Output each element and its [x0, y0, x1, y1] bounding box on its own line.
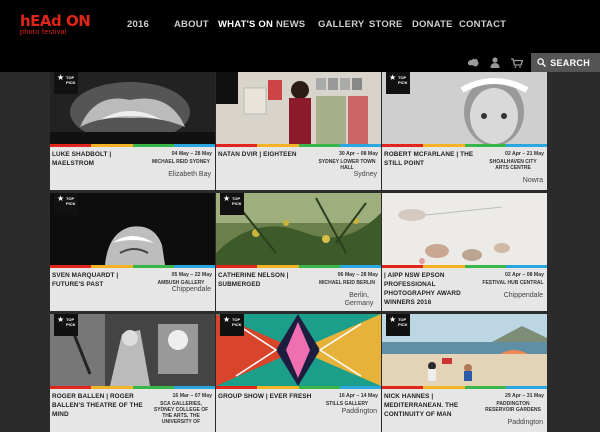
event-city: Chippendale [171, 286, 211, 293]
color-bar [382, 144, 547, 147]
event-date: 02 Apr – 21 May [504, 151, 544, 157]
event-date: 02 Apr – 08 May [504, 272, 544, 278]
color-bar [216, 144, 381, 147]
star-icon: ★ [389, 73, 397, 82]
event-date: 16 Apr – 14 May [338, 393, 378, 399]
event-title: NATAN DVIR | EIGHTEEN [218, 151, 297, 158]
nav-item-about[interactable]: ABOUT [174, 19, 218, 30]
event-city: Chippendale [503, 292, 543, 299]
top-pick-badge: ★ TOP PICK [54, 72, 78, 94]
nav-item-donate[interactable]: DONATE [412, 19, 459, 30]
nav-item-store[interactable]: STORE [369, 19, 412, 30]
star-icon: ★ [223, 194, 231, 203]
event-image [382, 193, 547, 265]
logo-tagline: photo festival [20, 29, 67, 36]
event-date: 05 May – 22 May [171, 272, 212, 278]
event-venue: PADDINGTON RESERVOIR GARDENS [485, 401, 541, 413]
event-card[interactable]: ★ TOP PICK CATHERINE NELSON | SUBMERGED 0… [216, 193, 381, 311]
user-icon[interactable] [487, 56, 503, 70]
event-date: 30 Apr – 08 May [338, 151, 378, 157]
cart-icon[interactable] [509, 56, 525, 70]
event-card[interactable]: ★ TOP PICK GROUP SHOW | EVER FRESH 16 Apr… [216, 314, 381, 432]
event-venue: SYDNEY LOWER TOWN HALL [318, 159, 376, 171]
event-title: GROUP SHOW | EVER FRESH [218, 393, 312, 400]
event-date: 29 Apr – 31 May [504, 393, 544, 399]
event-card[interactable]: ★ TOP PICK SVEN MARQUARDT | FUTURE'S PAST… [50, 193, 215, 311]
event-title: CATHERINE NELSON | SUBMERGED [218, 272, 289, 288]
event-card[interactable]: ★ TOP PICK ROGER BALLEN | ROGER BALLEN'S … [50, 314, 215, 432]
top-pick-badge: ★ TOP PICK [54, 314, 78, 336]
event-date: 06 May – 28 May [337, 272, 378, 278]
star-icon: ★ [57, 315, 65, 324]
event-card[interactable]: | AIPP NSW EPSON PROFESSIONAL PHOTOGRAPH… [382, 193, 547, 311]
nav-item-contact[interactable]: CONTACT [459, 19, 506, 30]
event-venue: MICHAEL REID SYDNEY [152, 159, 210, 165]
site-header: hEAd ON photo festival 2016 ABOUT WHAT'S… [0, 0, 600, 72]
event-venue: STILLS GALLERY [325, 401, 369, 407]
star-icon: ★ [223, 315, 231, 324]
star-icon: ★ [57, 73, 65, 82]
event-venue: FESTIVAL HUB CENTRAL [482, 280, 544, 286]
search-button[interactable]: SEARCH [531, 53, 600, 72]
event-venue: SHOALHAVEN CITY ARTS CENTRE [489, 159, 537, 171]
event-card[interactable]: NATAN DVIR | EIGHTEEN 30 Apr – 08 May SY… [216, 72, 381, 190]
event-date: 04 May – 28 May [171, 151, 212, 157]
australia-icon[interactable] [465, 56, 481, 70]
logo-wordmark: hEAd ON [20, 12, 91, 30]
color-bar [50, 265, 215, 268]
top-pick-badge: ★ TOP PICK [54, 193, 78, 215]
nav-item-gallery[interactable]: GALLERY [318, 19, 369, 30]
event-date: 16 Mar – 07 May [172, 393, 212, 399]
event-city: Berlin, Germany [344, 292, 374, 307]
event-card[interactable]: ★ TOP PICK NICK HANNES | MEDITERRANEAN. T… [382, 314, 547, 432]
top-pick-badge: ★ TOP PICK [220, 193, 244, 215]
event-card[interactable]: ★ TOP PICK ROBERT MCFARLANE | THE STILL P… [382, 72, 547, 190]
event-city: Nowra [522, 177, 543, 184]
event-title: SVEN MARQUARDT | FUTURE'S PAST [52, 272, 119, 288]
color-bar [382, 265, 547, 268]
color-bar [216, 265, 381, 268]
main-nav: 2016 ABOUT WHAT'S ON NEWS GALLERY STORE … [127, 19, 506, 30]
event-title: | AIPP NSW EPSON PROFESSIONAL PHOTOGRAPH… [384, 272, 461, 306]
top-pick-badge: ★ TOP PICK [220, 314, 244, 336]
nav-item-whats-on[interactable]: WHAT'S ON [218, 19, 276, 30]
star-icon: ★ [389, 315, 397, 324]
event-city: Elizabeth Bay [168, 171, 211, 178]
event-title: LUKE SHADBOLT | MAELSTROM [52, 151, 112, 167]
event-city: Paddington [341, 408, 377, 415]
event-city: Sydney [353, 171, 377, 178]
top-pick-badge: ★ TOP PICK [386, 314, 410, 336]
color-bar [50, 144, 215, 147]
event-title: NICK HANNES | MEDITERRANEAN. THE CONTINU… [384, 393, 459, 418]
search-icon [537, 58, 547, 67]
color-bar [216, 386, 381, 389]
utility-bar: SEARCH [465, 53, 600, 72]
nav-item-2016[interactable]: 2016 [127, 19, 174, 30]
color-bar [382, 386, 547, 389]
nav-item-news[interactable]: NEWS [276, 19, 318, 30]
head-on-logo[interactable]: hEAd ON photo festival [20, 12, 91, 37]
event-image [216, 72, 381, 144]
event-venue: MICHAEL REID BERLIN [318, 280, 376, 286]
event-title: ROBERT MCFARLANE | THE STILL POINT [384, 151, 474, 167]
event-venue: SCA GALLERIES, SYDNEY COLLEGE OF THE ART… [153, 401, 209, 425]
top-pick-badge: ★ TOP PICK [386, 72, 410, 94]
event-card[interactable]: ★ TOP PICK LUKE SHADBOLT | MAELSTROM 04 M… [50, 72, 215, 190]
event-title: ROGER BALLEN | ROGER BALLEN'S THEATRE OF… [52, 393, 143, 418]
star-icon: ★ [57, 194, 65, 203]
search-label: SEARCH [550, 57, 590, 68]
color-bar [50, 386, 215, 389]
